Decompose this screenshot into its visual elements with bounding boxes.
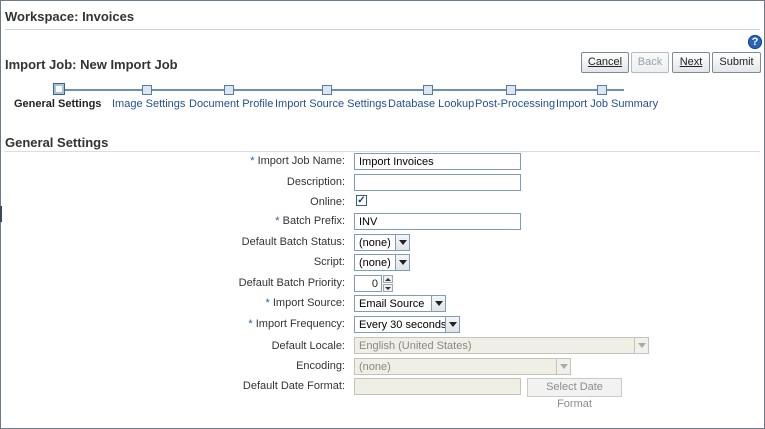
page-title: Import Job: New Import Job bbox=[5, 57, 178, 72]
train-node-post-processing[interactable] bbox=[506, 85, 516, 95]
required-indicator: * bbox=[275, 215, 280, 227]
train-node-image-settings[interactable] bbox=[142, 85, 152, 95]
import-frequency-value: Every 30 seconds bbox=[359, 319, 447, 331]
train-step-import-job-summary[interactable]: Import Job Summary bbox=[556, 98, 658, 110]
online-checkbox[interactable]: ✓ bbox=[356, 195, 367, 206]
section-divider bbox=[5, 151, 760, 152]
train-step-image-settings[interactable]: Image Settings bbox=[112, 98, 185, 110]
import-source-select[interactable]: Email Source bbox=[354, 295, 446, 312]
default-date-format-input bbox=[354, 378, 521, 395]
back-button-label: Back bbox=[637, 56, 663, 68]
header-divider bbox=[5, 29, 760, 30]
batch-prefix-input[interactable]: INV bbox=[354, 213, 521, 230]
batch-prefix-label-text: Batch Prefix: bbox=[282, 215, 345, 227]
script-label: Script: bbox=[313, 256, 345, 268]
import-frequency-label: * Import Frequency: bbox=[248, 318, 345, 330]
chevron-down-icon bbox=[556, 359, 570, 374]
required-indicator: * bbox=[265, 297, 270, 309]
import-source-label: * Import Source: bbox=[266, 297, 345, 309]
default-locale-label: Default Locale: bbox=[271, 340, 345, 352]
import-job-name-label-text: Import Job Name: bbox=[257, 155, 345, 167]
train-node-general-settings[interactable] bbox=[53, 83, 65, 95]
default-locale-value: English (United States) bbox=[359, 340, 472, 352]
import-frequency-select[interactable]: Every 30 seconds bbox=[354, 316, 460, 333]
train-node-import-job-summary[interactable] bbox=[597, 85, 607, 95]
import-job-name-input[interactable]: Import Invoices bbox=[354, 153, 521, 170]
next-button[interactable]: Next bbox=[672, 52, 710, 73]
spinner-up-icon[interactable] bbox=[383, 275, 393, 283]
script-select[interactable]: (none) bbox=[354, 254, 410, 271]
select-date-format-button: Select Date Format bbox=[527, 378, 622, 410]
train-step-post-processing[interactable]: Post-Processing bbox=[475, 98, 555, 110]
cancel-button[interactable]: Cancel bbox=[581, 52, 629, 73]
submit-button[interactable]: Submit bbox=[712, 52, 761, 73]
train-step-general-settings[interactable]: General Settings bbox=[14, 98, 101, 110]
default-locale-select: English (United States) bbox=[354, 337, 649, 354]
left-edge-marker bbox=[0, 206, 2, 222]
train-node-import-source-settings[interactable] bbox=[322, 85, 332, 95]
default-batch-priority-label: Default Batch Priority: bbox=[238, 277, 345, 289]
chevron-down-icon[interactable] bbox=[395, 255, 409, 270]
online-label: Online: bbox=[310, 196, 345, 208]
section-title: General Settings bbox=[5, 135, 109, 150]
next-button-label: Next bbox=[679, 56, 703, 68]
default-batch-status-label: Default Batch Status: bbox=[241, 236, 345, 248]
description-input[interactable] bbox=[354, 174, 521, 191]
encoding-label: Encoding: bbox=[296, 360, 345, 372]
chevron-down-icon bbox=[634, 338, 648, 353]
spinner-down-icon[interactable] bbox=[383, 284, 393, 292]
description-label: Description: bbox=[286, 176, 345, 188]
cancel-button-label: Cancel bbox=[587, 56, 623, 68]
default-batch-priority-input[interactable]: 0 bbox=[354, 275, 382, 292]
batch-prefix-label: * Batch Prefix: bbox=[275, 215, 345, 227]
import-frequency-label-text: Import Frequency: bbox=[255, 318, 345, 330]
import-source-value: Email Source bbox=[359, 298, 425, 310]
chevron-down-icon[interactable] bbox=[395, 235, 409, 250]
encoding-select: (none) bbox=[354, 358, 571, 375]
train-node-database-lookup[interactable] bbox=[423, 85, 433, 95]
default-batch-status-select[interactable]: (none) bbox=[354, 234, 410, 251]
chevron-down-icon[interactable] bbox=[431, 296, 445, 311]
script-value: (none) bbox=[359, 257, 391, 269]
train-step-import-source-settings[interactable]: Import Source Settings bbox=[275, 98, 387, 110]
submit-button-label: Submit bbox=[719, 56, 754, 68]
back-button[interactable]: Back bbox=[631, 52, 669, 73]
import-job-name-label: * Import Job Name: bbox=[250, 155, 345, 167]
import-source-label-text: Import Source: bbox=[272, 297, 345, 309]
default-batch-status-value: (none) bbox=[359, 237, 391, 249]
train-node-document-profile[interactable] bbox=[224, 85, 234, 95]
encoding-value: (none) bbox=[359, 361, 391, 373]
train-step-document-profile[interactable]: Document Profile bbox=[189, 98, 273, 110]
required-indicator: * bbox=[248, 318, 253, 330]
train-step-database-lookup[interactable]: Database Lookup bbox=[388, 98, 474, 110]
required-indicator: * bbox=[250, 155, 255, 167]
default-date-format-label: Default Date Format: bbox=[242, 380, 345, 392]
chevron-down-icon[interactable] bbox=[445, 317, 459, 332]
help-icon[interactable]: ? bbox=[748, 35, 762, 49]
workspace-title: Workspace: Invoices bbox=[5, 9, 135, 24]
